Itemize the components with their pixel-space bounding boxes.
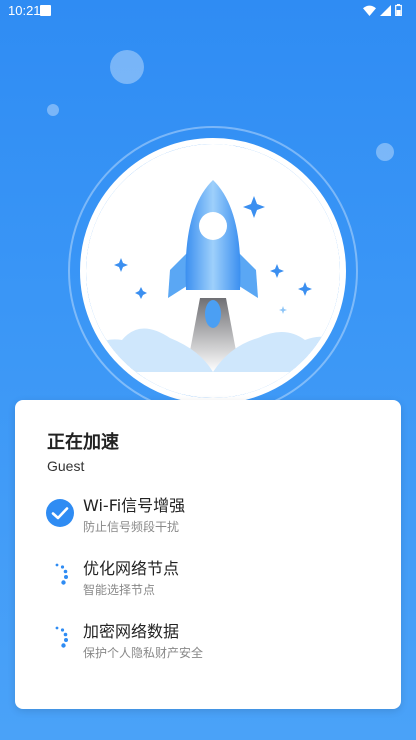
rocket-icon	[86, 144, 340, 398]
task-title: 加密网络数据	[83, 622, 180, 641]
card-user: Guest	[47, 458, 85, 474]
task-subtitle: 保护个人隐私财产安全	[83, 646, 204, 660]
task-optimize-node: 优化网络节点 智能选择节点	[45, 555, 375, 607]
task-subtitle: 智能选择节点	[83, 583, 156, 597]
task-title: Wi-Fi信号增强	[83, 496, 186, 515]
card-title: 正在加速	[47, 432, 119, 453]
task-wifi-boost: Wi-Fi信号增强 防止信号频段干扰	[45, 492, 375, 544]
screen: 10:21 正在加速 Guest Wi-Fi信号增强 防止信号频段干扰 优化网络…	[0, 0, 416, 740]
loading-spinner-icon	[55, 626, 68, 648]
acceleration-card: 正在加速 Guest Wi-Fi信号增强 防止信号频段干扰 优化网络节点 智能选…	[15, 400, 401, 709]
loading-spinner-icon	[55, 563, 68, 585]
task-encrypt-data: 加密网络数据 保护个人隐私财产安全	[45, 618, 375, 670]
task-subtitle: 防止信号频段干扰	[83, 520, 180, 534]
task-title: 优化网络节点	[83, 559, 180, 578]
check-circle-icon	[46, 499, 74, 527]
